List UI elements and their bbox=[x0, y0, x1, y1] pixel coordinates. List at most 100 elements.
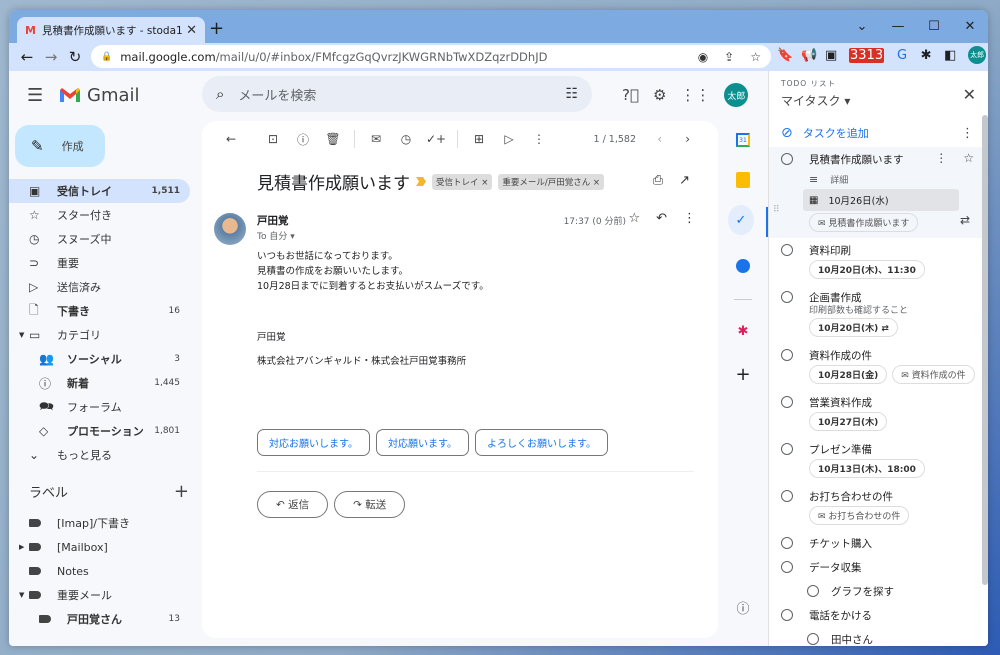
task-title[interactable]: 資料作成の件 bbox=[809, 343, 982, 365]
sidebar-item-updates[interactable]: ⓘ 新着 1,445 bbox=[9, 371, 190, 395]
tasks-icon[interactable]: ✓ bbox=[728, 205, 754, 235]
more-icon[interactable]: ⋮ bbox=[683, 211, 696, 226]
reply-button[interactable]: ↶ 返信 bbox=[257, 491, 329, 518]
back-to-inbox-icon[interactable]: ← bbox=[216, 132, 246, 146]
star-icon[interactable]: ☆ bbox=[628, 211, 640, 226]
task-checkbox[interactable] bbox=[781, 537, 793, 549]
task-checkbox[interactable] bbox=[781, 153, 793, 165]
sidebar-item-more[interactable]: ⌄ もっと見る bbox=[9, 443, 190, 467]
new-tab-button[interactable]: + bbox=[209, 18, 224, 39]
sidebar-item-sent[interactable]: ▷ 送信済み bbox=[9, 275, 190, 299]
add-to-tasks-icon[interactable]: ✓+ bbox=[421, 132, 451, 146]
task-item[interactable]: 資料作成の件 10月28日(金) ✉ 資料作成の件 bbox=[769, 343, 982, 390]
expand-arrow-icon[interactable]: ▼ bbox=[19, 591, 24, 599]
task-checkbox[interactable] bbox=[807, 633, 819, 645]
search-input[interactable]: ⌕ メールを検索 ☷ bbox=[202, 76, 592, 112]
label-item[interactable]: [Imap]/下書き bbox=[9, 511, 190, 535]
more-icon[interactable]: ⋮ bbox=[935, 151, 947, 165]
newer-button[interactable]: ‹ bbox=[657, 132, 662, 146]
maximize-button[interactable]: ☐ bbox=[916, 19, 952, 34]
sidebar-item-categories[interactable]: ▼ ▭ カテゴリ bbox=[9, 323, 190, 347]
search-options-icon[interactable]: ☷ bbox=[565, 86, 578, 102]
report-spam-icon[interactable]: ⓘ bbox=[288, 131, 318, 148]
expand-arrow-icon[interactable]: ▼ bbox=[19, 331, 24, 339]
task-title[interactable]: 営業資料作成 bbox=[809, 390, 982, 412]
label-as-icon[interactable]: ▷ bbox=[494, 132, 524, 146]
slack-icon[interactable]: ✱ bbox=[730, 318, 756, 344]
task-checkbox[interactable] bbox=[781, 396, 793, 408]
task-title[interactable]: 資料印刷 bbox=[809, 238, 982, 260]
task-item[interactable]: 営業資料作成 10月27日(木) bbox=[769, 390, 982, 437]
profile-avatar[interactable]: 太郎 bbox=[968, 46, 987, 64]
task-item[interactable]: 電話をかける bbox=[769, 603, 982, 627]
task-checkbox[interactable] bbox=[781, 349, 793, 361]
expand-arrow-icon[interactable]: ▶ bbox=[19, 543, 24, 551]
task-item[interactable]: プレゼン準備 10月13日(木)、18:00 bbox=[769, 437, 982, 484]
task-item[interactable]: グラフを探す bbox=[769, 579, 982, 603]
reload-icon[interactable]: ↻ bbox=[63, 48, 87, 66]
print-icon[interactable]: ⎙ bbox=[653, 173, 663, 188]
sidebar-item-forums[interactable]: 🗪 フォーラム bbox=[9, 395, 190, 419]
task-title[interactable]: プレゼン準備 bbox=[809, 437, 982, 459]
gmail-checker-badge[interactable]: 3313 bbox=[849, 47, 885, 63]
sidebar-item-snoozed[interactable]: ◷ スヌーズ中 bbox=[9, 227, 190, 251]
tab-search-icon[interactable]: ⌄ bbox=[844, 19, 880, 34]
task-item-selected[interactable]: 見積書作成願います ⋮ ☆ ≡ 詳細 ▦ 10月26日(水) ⇄ ⠿ ✉ 見積書作成願… bbox=[769, 147, 982, 238]
task-item[interactable]: 資料印刷 10月20日(木)、11:30 bbox=[769, 238, 982, 285]
task-item[interactable]: 企画書作成 印刷部数も確認すること 10月20日(木) ⇄ bbox=[769, 285, 982, 343]
move-to-icon[interactable]: ⊞ bbox=[464, 132, 494, 146]
forward-button[interactable]: ↷ 転送 bbox=[334, 491, 406, 518]
task-item[interactable]: チケット購入 bbox=[769, 531, 982, 555]
task-item[interactable]: データ収集 bbox=[769, 555, 982, 579]
linked-email-chip[interactable]: ✉ 資料作成の件 bbox=[892, 365, 975, 384]
mark-unread-icon[interactable]: ✉ bbox=[361, 132, 391, 146]
due-date-field[interactable]: ▦ 10月26日(水) bbox=[803, 189, 959, 211]
task-checkbox[interactable] bbox=[807, 585, 819, 597]
task-title[interactable]: データ収集 bbox=[809, 555, 982, 577]
bookmark-icon[interactable]: 🔖 bbox=[777, 48, 793, 63]
more-options-icon[interactable]: ⋮ bbox=[524, 132, 554, 146]
back-icon[interactable]: ← bbox=[15, 48, 39, 66]
drag-handle-icon[interactable]: ⠿ bbox=[773, 205, 780, 215]
browser-tab[interactable]: M 見積書作成願います - stoda1000@ ✕ bbox=[17, 17, 205, 44]
task-item[interactable]: お打ち合わせの件 ✉ お打ち合わせの件 bbox=[769, 484, 982, 531]
reply-icon[interactable]: ↶ bbox=[656, 211, 667, 226]
task-checkbox[interactable] bbox=[781, 443, 793, 455]
smart-reply-button[interactable]: 対応お願いします。 bbox=[257, 429, 370, 456]
keep-icon[interactable] bbox=[730, 167, 756, 193]
task-item[interactable]: 田中さん bbox=[769, 627, 982, 646]
recipient-toggle[interactable]: To 自分 ▾ bbox=[257, 229, 295, 242]
help-icon[interactable]: ?⃝ bbox=[622, 86, 639, 104]
repeat-icon[interactable]: ⇄ bbox=[960, 213, 970, 227]
compose-button[interactable]: ✎ 作成 bbox=[15, 125, 105, 167]
add-task-button[interactable]: ⊘ タスクを追加 ⋮ bbox=[769, 119, 988, 147]
url-input[interactable]: 🔒 mail.google.com/mail/u/0/#inbox/FMfcgz… bbox=[91, 45, 771, 68]
scrollbar[interactable] bbox=[982, 115, 988, 585]
label-chip-inbox[interactable]: 受信トレイ × bbox=[432, 173, 493, 190]
sidebar-item-social[interactable]: 👥 ソーシャル 3 bbox=[9, 347, 190, 371]
more-icon[interactable]: ⋮ bbox=[961, 126, 974, 141]
sender-name[interactable]: 戸田覚 bbox=[257, 213, 289, 228]
sidebar-item-inbox[interactable]: ▣ 受信トレイ 1,511 bbox=[9, 179, 190, 203]
sidebar-item-starred[interactable]: ☆ スター付き bbox=[9, 203, 190, 227]
task-checkbox[interactable] bbox=[781, 490, 793, 502]
label-item[interactable]: ▼ 重要メール bbox=[9, 583, 190, 607]
snooze-icon[interactable]: ◷ bbox=[391, 132, 421, 146]
due-date-chip[interactable]: 10月13日(木)、18:00 bbox=[809, 459, 925, 478]
task-checkbox[interactable] bbox=[781, 561, 793, 573]
open-new-window-icon[interactable]: ↗ bbox=[679, 173, 690, 188]
archive-icon[interactable]: ⊡ bbox=[258, 132, 288, 146]
task-list-selector[interactable]: マイタスク ▾ bbox=[781, 92, 988, 109]
due-date-chip[interactable]: 10月20日(木)、11:30 bbox=[809, 260, 925, 279]
task-checkbox[interactable] bbox=[781, 291, 793, 303]
apps-grid-icon[interactable]: ⋮⋮ bbox=[680, 86, 710, 104]
minimize-button[interactable]: — bbox=[880, 19, 916, 34]
contacts-icon[interactable] bbox=[730, 253, 756, 279]
star-bookmark-icon[interactable]: ☆ bbox=[750, 50, 761, 64]
task-title[interactable]: 田中さん bbox=[831, 627, 982, 646]
due-date-chip[interactable]: 10月28日(金) bbox=[809, 365, 888, 384]
calendar-icon[interactable]: 31 bbox=[730, 127, 756, 153]
due-date-chip[interactable]: 10月27日(木) bbox=[809, 412, 888, 431]
label-item[interactable]: ▶ [Mailbox] bbox=[9, 535, 190, 559]
linked-email-chip[interactable]: ✉ 見積書作成願います bbox=[809, 213, 919, 232]
